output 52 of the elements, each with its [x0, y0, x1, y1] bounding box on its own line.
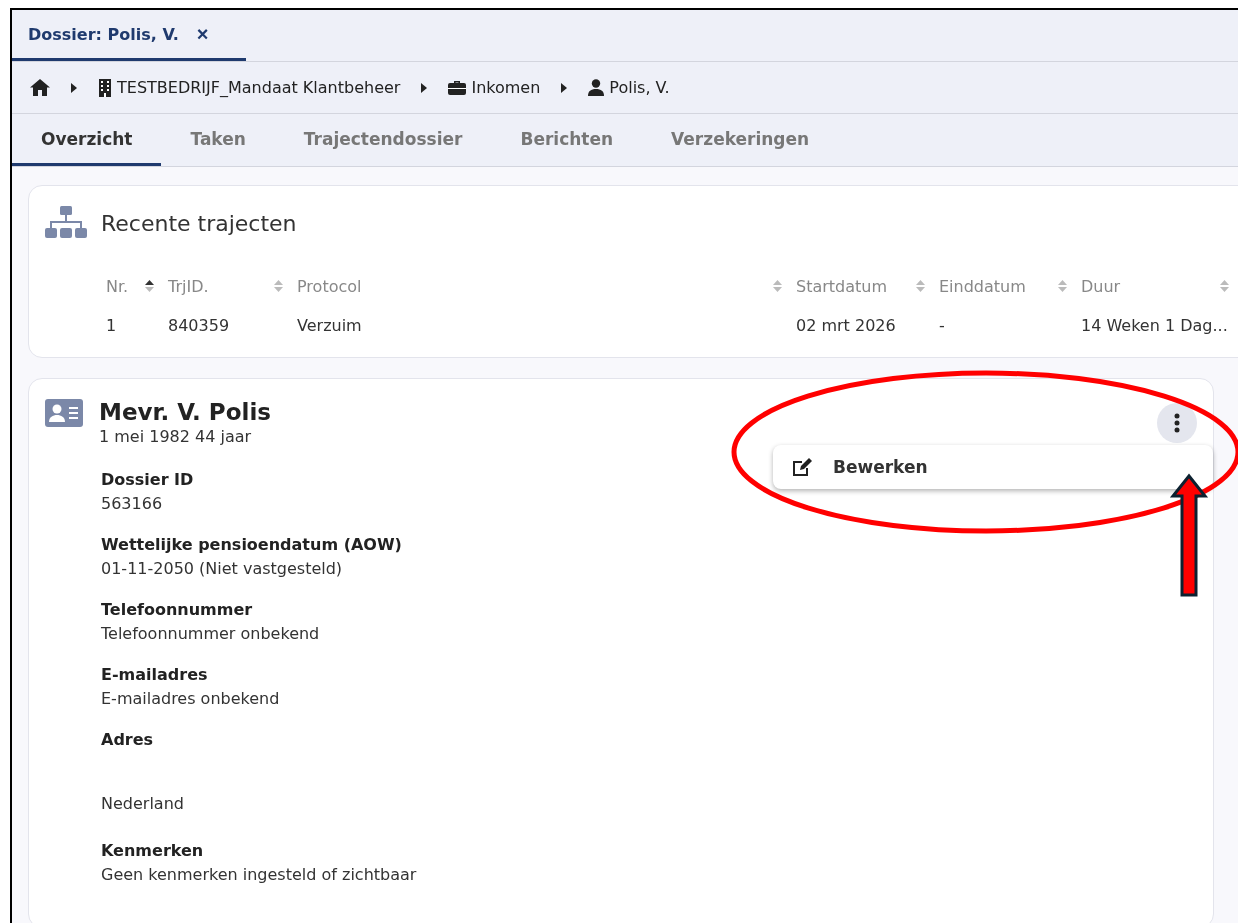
field-label: E-mailadres — [101, 664, 209, 686]
breadcrumb-link[interactable]: Polis, V. — [588, 78, 670, 97]
document-tab-title: Dossier: Polis, V. — [28, 24, 179, 44]
field-value: 01-11-2050 (Niet vastgesteld) — [101, 558, 344, 580]
birth-date: 1 mei 1982 44 jaar — [99, 427, 253, 446]
close-button[interactable]: × — [196, 22, 209, 46]
field-label: Kenmerken — [101, 840, 205, 862]
breadcrumb-label: Polis, V. — [609, 78, 670, 97]
field-label: Wettelijke pensioendatum (AOW) — [101, 534, 403, 556]
tab[interactable]: Berichten — [491, 114, 643, 166]
card-title: Recente trajecten — [101, 210, 297, 236]
table-cell: 1 — [106, 316, 117, 335]
field-value: Geen kenmerken ingesteld of zichtbaar — [101, 864, 418, 886]
breadcrumb-link[interactable]: Inkomen — [448, 78, 541, 97]
table-cell: 14 Weken 1 Dag... — [1081, 316, 1228, 335]
tab[interactable]: Verzekeringen — [642, 114, 839, 166]
field-value: Telefoonnummer onbekend — [101, 623, 321, 645]
column-header[interactable]: Startdatum — [796, 276, 888, 296]
edit-icon — [791, 457, 813, 477]
column-header[interactable]: TrjID. — [168, 276, 209, 296]
column-header[interactable]: Einddatum — [939, 276, 1026, 296]
more-button[interactable] — [1157, 403, 1197, 443]
caret-icon — [420, 82, 429, 93]
field-label: Telefoonnummer — [101, 599, 254, 621]
tab[interactable]: Trajectendossier — [274, 114, 492, 166]
field-value: 563166 — [101, 493, 164, 515]
briefcase-icon — [448, 80, 467, 95]
id-card-icon — [45, 399, 83, 427]
tab[interactable]: Taken — [161, 114, 275, 166]
breadcrumb-label: Inkomen — [471, 78, 541, 97]
user-icon — [588, 79, 605, 96]
sort-icon[interactable] — [145, 279, 154, 293]
building-icon — [98, 78, 112, 97]
column-header[interactable]: Protocol — [297, 276, 362, 296]
home-icon[interactable] — [30, 79, 50, 96]
field-label: Adres — [101, 729, 155, 751]
table-cell: Verzuim — [297, 316, 362, 335]
tab[interactable]: Overzicht — [12, 114, 162, 166]
person-name: Mevr. V. Polis — [99, 399, 271, 425]
field-value: Nederland — [101, 793, 185, 815]
sitemap-icon — [45, 206, 87, 240]
field-label: Dossier ID — [101, 469, 195, 491]
field-value: E-mailadres onbekend — [101, 688, 281, 710]
column-header[interactable]: Nr. — [106, 276, 129, 296]
table-cell: 840359 — [168, 316, 230, 335]
kebab-icon — [1174, 413, 1180, 433]
table-cell: - — [939, 316, 945, 335]
caret-icon — [70, 82, 78, 93]
caret-icon — [560, 82, 569, 93]
column-header[interactable]: Duur — [1081, 276, 1121, 296]
table-cell: 02 mrt 2026 — [796, 316, 896, 335]
menu-item[interactable]: Bewerken — [773, 451, 1213, 483]
